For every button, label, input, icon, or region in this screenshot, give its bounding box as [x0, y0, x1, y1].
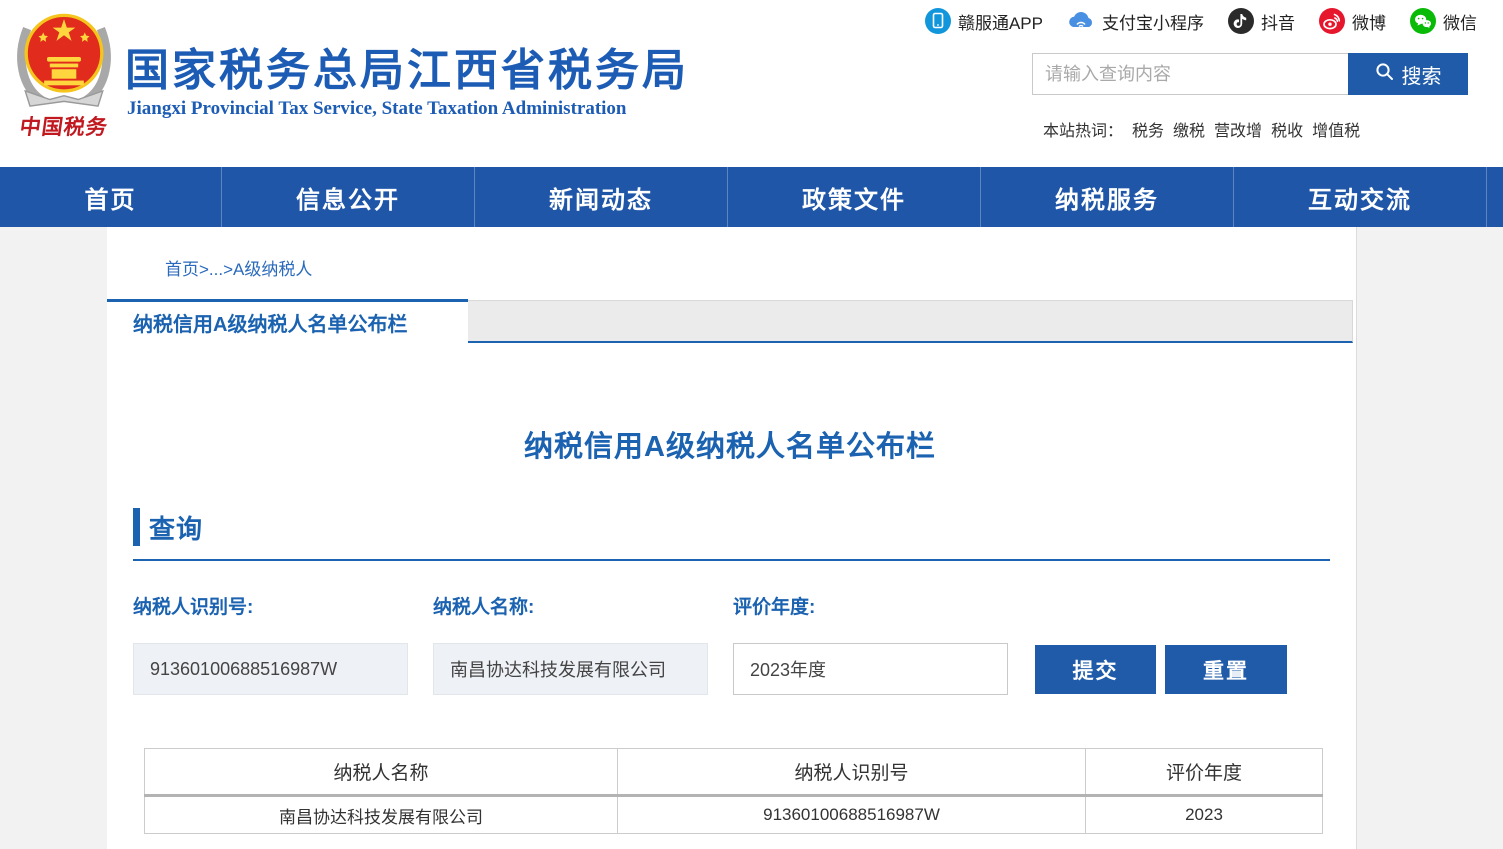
nav-item-policy-documents[interactable]: 政策文件: [728, 167, 981, 227]
reset-button[interactable]: 重置: [1165, 645, 1287, 694]
wechat-icon: [1410, 8, 1436, 34]
social-link-douyin[interactable]: 抖音: [1228, 8, 1295, 34]
submit-button[interactable]: 提交: [1035, 645, 1156, 694]
cell-taxpayer-name: 南昌协达科技发展有限公司: [145, 796, 618, 834]
hot-word-link[interactable]: 营改增: [1214, 117, 1262, 141]
tab-bar-filler: [468, 300, 1353, 343]
tablet-app-icon: [925, 8, 951, 34]
taxpayer-name-input[interactable]: [433, 643, 708, 695]
nav-item-tax-services[interactable]: 纳税服务: [981, 167, 1234, 227]
site-logo[interactable]: 中国税务: [8, 4, 120, 142]
nav-item-news[interactable]: 新闻动态: [475, 167, 728, 227]
main-nav: 首页 信息公开 新闻动态 政策文件 纳税服务 互动交流: [0, 167, 1503, 227]
social-link-ganfutong[interactable]: 赣服通APP: [925, 8, 1043, 34]
site-subtitle: Jiangxi Provincial Tax Service, State Ta…: [127, 98, 627, 120]
column-header-evaluation-year: 评价年度: [1086, 749, 1323, 796]
social-label: 抖音: [1261, 9, 1295, 34]
tax-emblem-icon: [12, 95, 116, 112]
site-search: 搜索: [1032, 53, 1468, 95]
nav-item-info-disclosure[interactable]: 信息公开: [222, 167, 475, 227]
site-header: 中国税务 国家税务总局江西省税务局 Jiangxi Provincial Tax…: [0, 0, 1503, 167]
logo-caption: 中国税务: [18, 111, 110, 141]
hot-words-label: 本站热词：: [1043, 117, 1123, 141]
taxpayer-id-input[interactable]: [133, 643, 408, 695]
social-link-weibo[interactable]: 微博: [1319, 8, 1386, 34]
query-heading-label: 查询: [149, 509, 203, 546]
column-header-taxpayer-id: 纳税人识别号: [618, 749, 1086, 796]
page-title: 纳税信用A级纳税人名单公布栏: [107, 423, 1353, 465]
nav-overflow: [1487, 167, 1503, 227]
breadcrumb[interactable]: 首页>...>A级纳税人: [165, 255, 312, 280]
alipay-cloud-icon: [1067, 8, 1095, 34]
evaluation-year-value: 2023年度: [750, 656, 826, 682]
nav-item-interaction[interactable]: 互动交流: [1234, 167, 1487, 227]
social-label: 微博: [1352, 9, 1386, 34]
social-link-wechat[interactable]: 微信: [1410, 8, 1477, 34]
evaluation-year-label: 评价年度:: [733, 592, 815, 619]
site-title: 国家税务总局江西省税务局: [125, 34, 689, 98]
hot-word-link[interactable]: 税收: [1271, 117, 1303, 141]
hot-word-link[interactable]: 缴税: [1173, 117, 1205, 141]
tab-a-level-taxpayer-list[interactable]: 纳税信用A级纳税人名单公布栏: [107, 299, 468, 343]
heading-accent-bar: [133, 508, 140, 546]
hot-words: 本站热词： 税务 缴税 营改增 税收 增值税: [1043, 117, 1360, 141]
social-link-alipay-miniprogram[interactable]: 支付宝小程序: [1067, 8, 1204, 34]
nav-item-home[interactable]: 首页: [0, 167, 222, 227]
cell-evaluation-year: 2023: [1086, 796, 1323, 834]
douyin-icon: [1228, 8, 1254, 34]
query-divider: [133, 559, 1330, 561]
social-label: 支付宝小程序: [1102, 9, 1204, 34]
taxpayer-name-label: 纳税人名称:: [433, 592, 534, 619]
social-links: 赣服通APP 支付宝小程序 抖音 微博 微信: [925, 8, 1477, 34]
hot-word-link[interactable]: 增值税: [1312, 117, 1360, 141]
tab-bar: 纳税信用A级纳税人名单公布栏: [107, 299, 1353, 343]
social-label: 微信: [1443, 9, 1477, 34]
result-table: 纳税人名称 纳税人识别号 评价年度 南昌协达科技发展有限公司 913601006…: [144, 748, 1323, 834]
query-section-heading: 查询: [133, 508, 203, 546]
search-button-label: 搜索: [1402, 60, 1442, 89]
taxpayer-id-label: 纳税人识别号:: [133, 592, 253, 619]
social-label: 赣服通APP: [958, 9, 1043, 34]
search-button[interactable]: 搜索: [1348, 53, 1468, 95]
hot-word-link[interactable]: 税务: [1132, 117, 1164, 141]
table-header-row: 纳税人名称 纳税人识别号 评价年度: [145, 749, 1323, 796]
search-input[interactable]: [1032, 53, 1348, 95]
column-header-taxpayer-name: 纳税人名称: [145, 749, 618, 796]
content-container: 首页>...>A级纳税人 纳税信用A级纳税人名单公布栏 纳税信用A级纳税人名单公…: [107, 227, 1357, 849]
search-icon: [1375, 62, 1394, 87]
table-row: 南昌协达科技发展有限公司 91360100688516987W 2023: [145, 796, 1323, 834]
weibo-icon: [1319, 8, 1345, 34]
evaluation-year-select[interactable]: 2023年度: [733, 643, 1008, 695]
cell-taxpayer-id: 91360100688516987W: [618, 796, 1086, 834]
